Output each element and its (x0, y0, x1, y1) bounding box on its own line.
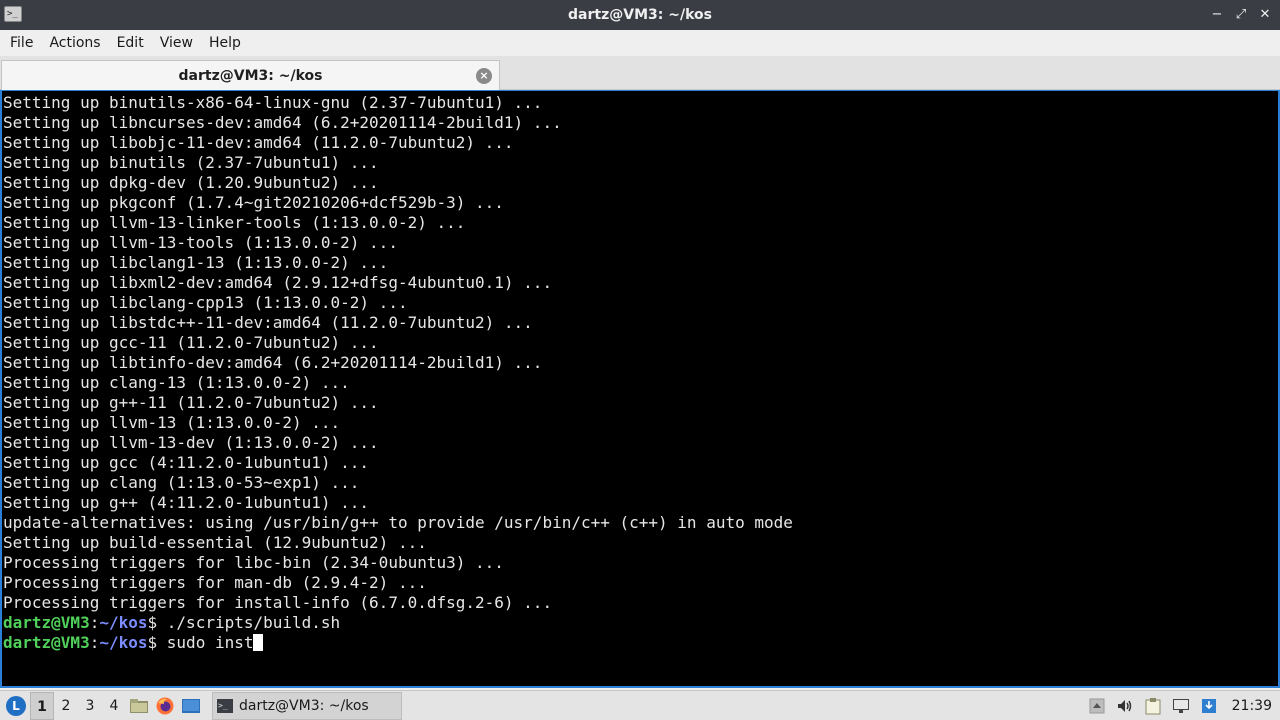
window-title: dartz@VM3: ~/kos (568, 7, 712, 23)
prompt-line-1: dartz@VM3:~/kos$ ./scripts/build.sh (3, 613, 1278, 633)
system-tray: 21:39 (1088, 691, 1272, 720)
command-input-text[interactable]: sudo inst (157, 633, 254, 652)
firefox-launcher[interactable] (152, 692, 178, 720)
terminal-line: Setting up dpkg-dev (1.20.9ubuntu2) ... (3, 173, 379, 192)
prompt-user: dartz@VM3 (3, 613, 90, 632)
prompt-colon: : (89, 633, 100, 652)
show-desktop-icon (182, 698, 200, 713)
terminal-line: Processing triggers for libc-bin (2.34-0… (3, 553, 504, 572)
menu-bar: File Actions Edit View Help (0, 30, 1280, 56)
window-titlebar[interactable]: >_ dartz@VM3: ~/kos − ⤢ ✕ (0, 0, 1280, 30)
clipboard-icon[interactable] (1144, 697, 1162, 715)
tab-label: dartz@VM3: ~/kos (178, 67, 323, 84)
terminal-line: Setting up g++ (4:11.2.0-1ubuntu1) ... (3, 493, 370, 512)
firefox-icon (156, 697, 174, 714)
prompt-symbol: $ (147, 633, 158, 652)
tab-terminal-session[interactable]: dartz@VM3: ~/kos × (1, 60, 500, 90)
menu-file[interactable]: File (2, 35, 41, 51)
menu-edit[interactable]: Edit (109, 35, 152, 51)
terminal-output[interactable]: Setting up binutils-x86-64-linux-gnu (2.… (0, 90, 1280, 688)
workspace-2[interactable]: 2 (54, 692, 78, 720)
terminal-icon: >_ (217, 698, 233, 713)
window-controls: − ⤢ ✕ (1210, 0, 1272, 30)
tab-bar: dartz@VM3: ~/kos × (0, 56, 1280, 90)
prompt-line-2: dartz@VM3:~/kos$ sudo inst (3, 633, 1278, 653)
desktop-launcher[interactable] (178, 692, 204, 720)
terminal-line: Setting up libstdc++-11-dev:amd64 (11.2.… (3, 313, 533, 332)
terminal-line: Setting up libxml2-dev:amd64 (2.9.12+dfs… (3, 273, 553, 292)
terminal-line: Setting up g++-11 (11.2.0-7ubuntu2) ... (3, 393, 379, 412)
terminal-line: Setting up libtinfo-dev:amd64 (6.2+20201… (3, 353, 543, 372)
lubuntu-logo-icon: L (6, 695, 26, 716)
terminal-line: Setting up binutils-x86-64-linux-gnu (2.… (3, 93, 543, 112)
terminal-line: Setting up libncurses-dev:amd64 (6.2+202… (3, 113, 562, 132)
terminal-line: update-alternatives: using /usr/bin/g++ … (3, 513, 793, 532)
folder-icon (130, 698, 148, 713)
file-manager-launcher[interactable] (126, 692, 152, 720)
close-button[interactable]: ✕ (1258, 8, 1272, 22)
clock[interactable]: 21:39 (1232, 698, 1272, 714)
network-icon[interactable] (1172, 697, 1190, 715)
command-text: ./scripts/build.sh (157, 613, 341, 632)
prompt-user: dartz@VM3 (3, 633, 90, 652)
task-label: dartz@VM3: ~/kos (239, 697, 369, 714)
taskbar-task-terminal[interactable]: >_ dartz@VM3: ~/kos (212, 691, 402, 720)
terminal-line: Setting up libobjc-11-dev:amd64 (11.2.0-… (3, 133, 514, 152)
maximize-button[interactable]: ⤢ (1234, 8, 1248, 22)
taskbar: L 1 2 3 4 >_ dartz@VM3: ~/kos 21:39 (0, 690, 1280, 720)
terminal-line: Setting up gcc-11 (11.2.0-7ubuntu2) ... (3, 333, 379, 352)
text-cursor (253, 634, 264, 651)
tab-close-icon[interactable]: × (476, 68, 492, 84)
terminal-log: Setting up binutils-x86-64-linux-gnu (2.… (3, 93, 1278, 613)
terminal-line: Setting up clang (1:13.0-53~exp1) ... (3, 473, 360, 492)
terminal-line: Setting up gcc (4:11.2.0-1ubuntu1) ... (3, 453, 370, 472)
prompt-path: ~/kos (99, 613, 148, 632)
menu-actions[interactable]: Actions (41, 35, 108, 51)
workspace-4[interactable]: 4 (102, 692, 126, 720)
terminal-line: Setting up llvm-13-linker-tools (1:13.0.… (3, 213, 466, 232)
menu-help[interactable]: Help (201, 35, 249, 51)
tray-up-arrow-icon[interactable] (1088, 697, 1106, 715)
minimize-button[interactable]: − (1210, 8, 1224, 22)
terminal-line: Setting up llvm-13-dev (1:13.0.0-2) ... (3, 433, 379, 452)
terminal-line: Setting up clang-13 (1:13.0.0-2) ... (3, 373, 350, 392)
menu-view[interactable]: View (152, 35, 201, 51)
terminal-line: Processing triggers for install-info (6.… (3, 593, 553, 612)
terminal-app-icon: >_ (4, 6, 22, 22)
terminal-line: Setting up llvm-13-tools (1:13.0.0-2) ..… (3, 233, 398, 252)
terminal-line: Setting up libclang-cpp13 (1:13.0.0-2) .… (3, 293, 408, 312)
terminal-line: Setting up llvm-13 (1:13.0.0-2) ... (3, 413, 341, 432)
terminal-line: Setting up binutils (2.37-7ubuntu1) ... (3, 153, 379, 172)
terminal-line: Setting up build-essential (12.9ubuntu2)… (3, 533, 427, 552)
prompt-symbol: $ (147, 613, 158, 632)
terminal-line: Setting up pkgconf (1.7.4~git20210206+dc… (3, 193, 504, 212)
prompt-path: ~/kos (99, 633, 148, 652)
workspace-1[interactable]: 1 (30, 691, 54, 720)
update-notifier-icon[interactable] (1200, 697, 1218, 715)
prompt-colon: : (89, 613, 100, 632)
terminal-line: Processing triggers for man-db (2.9.4-2)… (3, 573, 427, 592)
volume-icon[interactable] (1116, 697, 1134, 715)
terminal-line: Setting up libclang1-13 (1:13.0.0-2) ... (3, 253, 389, 272)
workspace-3[interactable]: 3 (78, 692, 102, 720)
start-menu-button[interactable]: L (2, 692, 30, 720)
